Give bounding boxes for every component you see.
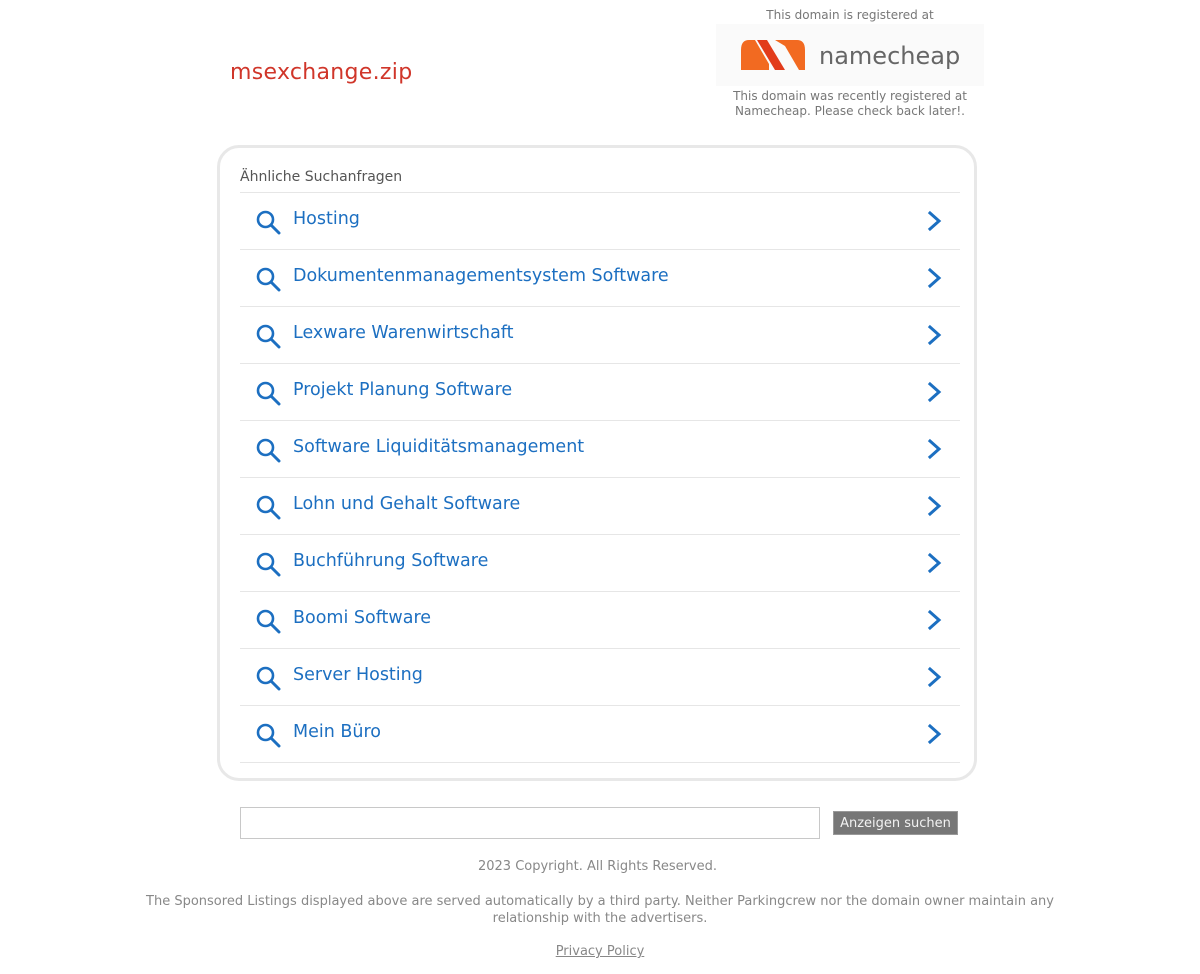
related-search-label: Software Liquiditätsmanagement (293, 437, 585, 457)
chevron-right-icon (927, 210, 942, 232)
chevron-right-icon (927, 438, 942, 460)
chevron-right-icon (927, 324, 942, 346)
related-search-label: Server Hosting (293, 665, 423, 685)
related-search-item[interactable]: Buchführung Software (240, 535, 960, 592)
chevron-right-icon (927, 495, 942, 517)
registrar-panel: This domain is registered at namecheap T… (716, 2, 984, 119)
related-search-label: Mein Büro (293, 722, 381, 742)
related-search-label: Dokumentenmanagementsystem Software (293, 266, 669, 286)
related-searches-title: Ähnliche Suchanfragen (240, 169, 403, 185)
domain-name: msexchange.zip (230, 60, 413, 85)
chevron-right-icon (927, 666, 942, 688)
privacy-policy-link[interactable]: Privacy Policy (556, 944, 645, 959)
related-search-label: Hosting (293, 209, 360, 229)
search-icon (256, 438, 281, 463)
registrar-top-text: This domain is registered at (766, 8, 934, 22)
related-search-item[interactable]: Software Liquiditätsmanagement (240, 421, 960, 478)
search-icon (256, 609, 281, 634)
chevron-right-icon (927, 552, 942, 574)
search-icon (256, 381, 281, 406)
disclaimer: The Sponsored Listings displayed above a… (146, 894, 1054, 926)
copyright: 2023 Copyright. All Rights Reserved. (477, 859, 718, 874)
chevron-right-icon (927, 267, 942, 289)
related-search-label: Lexware Warenwirtschaft (293, 323, 514, 343)
related-search-item[interactable]: Server Hosting (240, 649, 960, 706)
search-icon (256, 210, 281, 235)
related-search-label: Projekt Planung Software (293, 380, 513, 400)
related-searches-list: Hosting Dokumentenmanagementsystem Softwa… (240, 192, 960, 763)
related-search-item[interactable]: Boomi Software (240, 592, 960, 649)
related-search-item[interactable]: Lohn und Gehalt Software (240, 478, 960, 535)
privacy-policy-wrapper: Privacy Policy (0, 944, 1200, 959)
search-icon (256, 723, 281, 748)
search-input[interactable] (240, 807, 820, 839)
chevron-right-icon (927, 723, 942, 745)
related-search-item[interactable]: Projekt Planung Software (240, 364, 960, 421)
namecheap-mark-icon (741, 40, 805, 70)
related-search-label: Boomi Software (293, 608, 432, 628)
related-search-item[interactable]: Hosting (240, 193, 960, 250)
search-icon (256, 267, 281, 292)
search-ads-button[interactable]: Anzeigen suchen (833, 811, 958, 835)
related-search-item[interactable]: Lexware Warenwirtschaft (240, 307, 960, 364)
search-icon (256, 552, 281, 577)
related-search-item[interactable]: Dokumentenmanagementsystem Software (240, 250, 960, 307)
related-search-label: Lohn und Gehalt Software (293, 494, 521, 514)
namecheap-wordmark: namecheap (819, 42, 960, 70)
chevron-right-icon (927, 609, 942, 631)
search-icon (256, 666, 281, 691)
chevron-right-icon (927, 381, 942, 403)
namecheap-logo[interactable]: namecheap (716, 24, 984, 86)
search-icon (256, 495, 281, 520)
related-search-label: Buchführung Software (293, 551, 489, 571)
registrar-bottom-text: This domain was recently registered at N… (733, 89, 967, 118)
related-search-item[interactable]: Mein Büro (240, 706, 960, 763)
search-icon (256, 324, 281, 349)
